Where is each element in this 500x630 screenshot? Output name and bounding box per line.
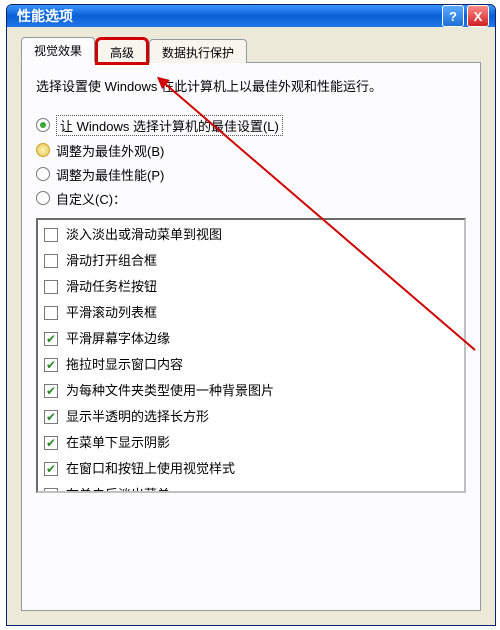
- checkbox-icon[interactable]: [44, 462, 58, 476]
- radio-icon: [36, 118, 50, 132]
- checkbox-icon[interactable]: [44, 280, 58, 294]
- title-bar[interactable]: 性能选项 ? X: [7, 5, 495, 27]
- tab-visual-effects[interactable]: 视觉效果: [21, 37, 95, 63]
- list-item[interactable]: 拖拉时显示窗口内容: [40, 352, 462, 378]
- checkbox-icon[interactable]: [44, 228, 58, 242]
- checkbox-icon[interactable]: [44, 488, 58, 492]
- list-item-label: 显示半透明的选择长方形: [66, 406, 209, 428]
- radio-best-appearance[interactable]: 调整为最佳外观(B): [36, 141, 466, 160]
- help-button[interactable]: ?: [442, 5, 464, 27]
- close-button[interactable]: X: [467, 5, 489, 27]
- radio-custom[interactable]: 自定义(C)：: [36, 189, 466, 208]
- list-item[interactable]: 滑动任务栏按钮: [40, 274, 462, 300]
- radio-label: 调整为最佳外观(B): [56, 141, 164, 160]
- radio-let-windows[interactable]: 让 Windows 选择计算机的最佳设置(L): [36, 115, 466, 136]
- radio-icon: [36, 167, 50, 181]
- list-item-label: 滑动打开组合框: [66, 250, 157, 272]
- tab-label: 高级: [110, 46, 134, 60]
- list-item-label: 平滑屏幕字体边缘: [66, 328, 170, 350]
- radio-best-performance[interactable]: 调整为最佳性能(P): [36, 165, 466, 184]
- list-item[interactable]: 滑动打开组合框: [40, 248, 462, 274]
- list-item-label: 在窗口和按钮上使用视觉样式: [66, 458, 235, 480]
- list-item-label: 为每种文件夹类型使用一种背景图片: [66, 380, 274, 402]
- list-item-label: 平滑滚动列表框: [66, 302, 157, 324]
- description-text: 选择设置使 Windows 在此计算机上以最佳外观和性能运行。: [36, 77, 466, 97]
- radio-label: 调整为最佳性能(P): [56, 165, 164, 184]
- list-item[interactable]: 为每种文件夹类型使用一种背景图片: [40, 378, 462, 404]
- checkbox-icon[interactable]: [44, 254, 58, 268]
- close-icon: X: [474, 9, 483, 24]
- tab-dep[interactable]: 数据执行保护: [149, 39, 247, 63]
- list-item[interactable]: 淡入淡出或滑动菜单到视图: [40, 222, 462, 248]
- list-item[interactable]: 在菜单下显示阴影: [40, 430, 462, 456]
- list-item[interactable]: 平滑滚动列表框: [40, 300, 462, 326]
- checkbox-icon[interactable]: [44, 332, 58, 346]
- tab-strip: 视觉效果 高级 数据执行保护: [21, 37, 481, 63]
- tab-label: 数据执行保护: [162, 46, 234, 60]
- list-item-label: 滑动任务栏按钮: [66, 276, 157, 298]
- dialog-window: 性能选项 ? X 视觉效果 高级 数据执行保护 选择设置使 Windows 在此…: [6, 4, 496, 626]
- list-item-label: 在菜单下显示阴影: [66, 432, 170, 454]
- list-item[interactable]: 显示半透明的选择长方形: [40, 404, 462, 430]
- checkbox-icon[interactable]: [44, 306, 58, 320]
- help-icon: ?: [449, 9, 457, 24]
- list-item[interactable]: 在窗口和按钮上使用视觉样式: [40, 456, 462, 482]
- radio-icon: [36, 191, 50, 205]
- tab-label: 视觉效果: [34, 44, 82, 58]
- effects-listbox[interactable]: 淡入淡出或滑动菜单到视图滑动打开组合框滑动任务栏按钮平滑滚动列表框平滑屏幕字体边…: [36, 218, 466, 493]
- window-title: 性能选项: [17, 6, 439, 26]
- client-area: 视觉效果 高级 数据执行保护 选择设置使 Windows 在此计算机上以最佳外观…: [7, 27, 495, 625]
- tab-advanced[interactable]: 高级: [97, 39, 147, 63]
- checkbox-icon[interactable]: [44, 358, 58, 372]
- list-item-label: 在单击后淡出菜单: [66, 484, 170, 492]
- list-item-label: 拖拉时显示窗口内容: [66, 354, 183, 376]
- radio-label: 自定义(C)：: [56, 189, 126, 208]
- checkbox-icon[interactable]: [44, 384, 58, 398]
- radio-label: 让 Windows 选择计算机的最佳设置(L): [56, 115, 283, 136]
- tab-panel-visual-effects: 选择设置使 Windows 在此计算机上以最佳外观和性能运行。 让 Window…: [21, 63, 481, 611]
- checkbox-icon[interactable]: [44, 410, 58, 424]
- radio-group: 让 Windows 选择计算机的最佳设置(L) 调整为最佳外观(B) 调整为最佳…: [36, 115, 466, 208]
- list-item-label: 淡入淡出或滑动菜单到视图: [66, 224, 222, 246]
- list-item[interactable]: 在单击后淡出菜单: [40, 482, 462, 492]
- checkbox-icon[interactable]: [44, 436, 58, 450]
- radio-icon: [36, 143, 50, 157]
- list-item[interactable]: 平滑屏幕字体边缘: [40, 326, 462, 352]
